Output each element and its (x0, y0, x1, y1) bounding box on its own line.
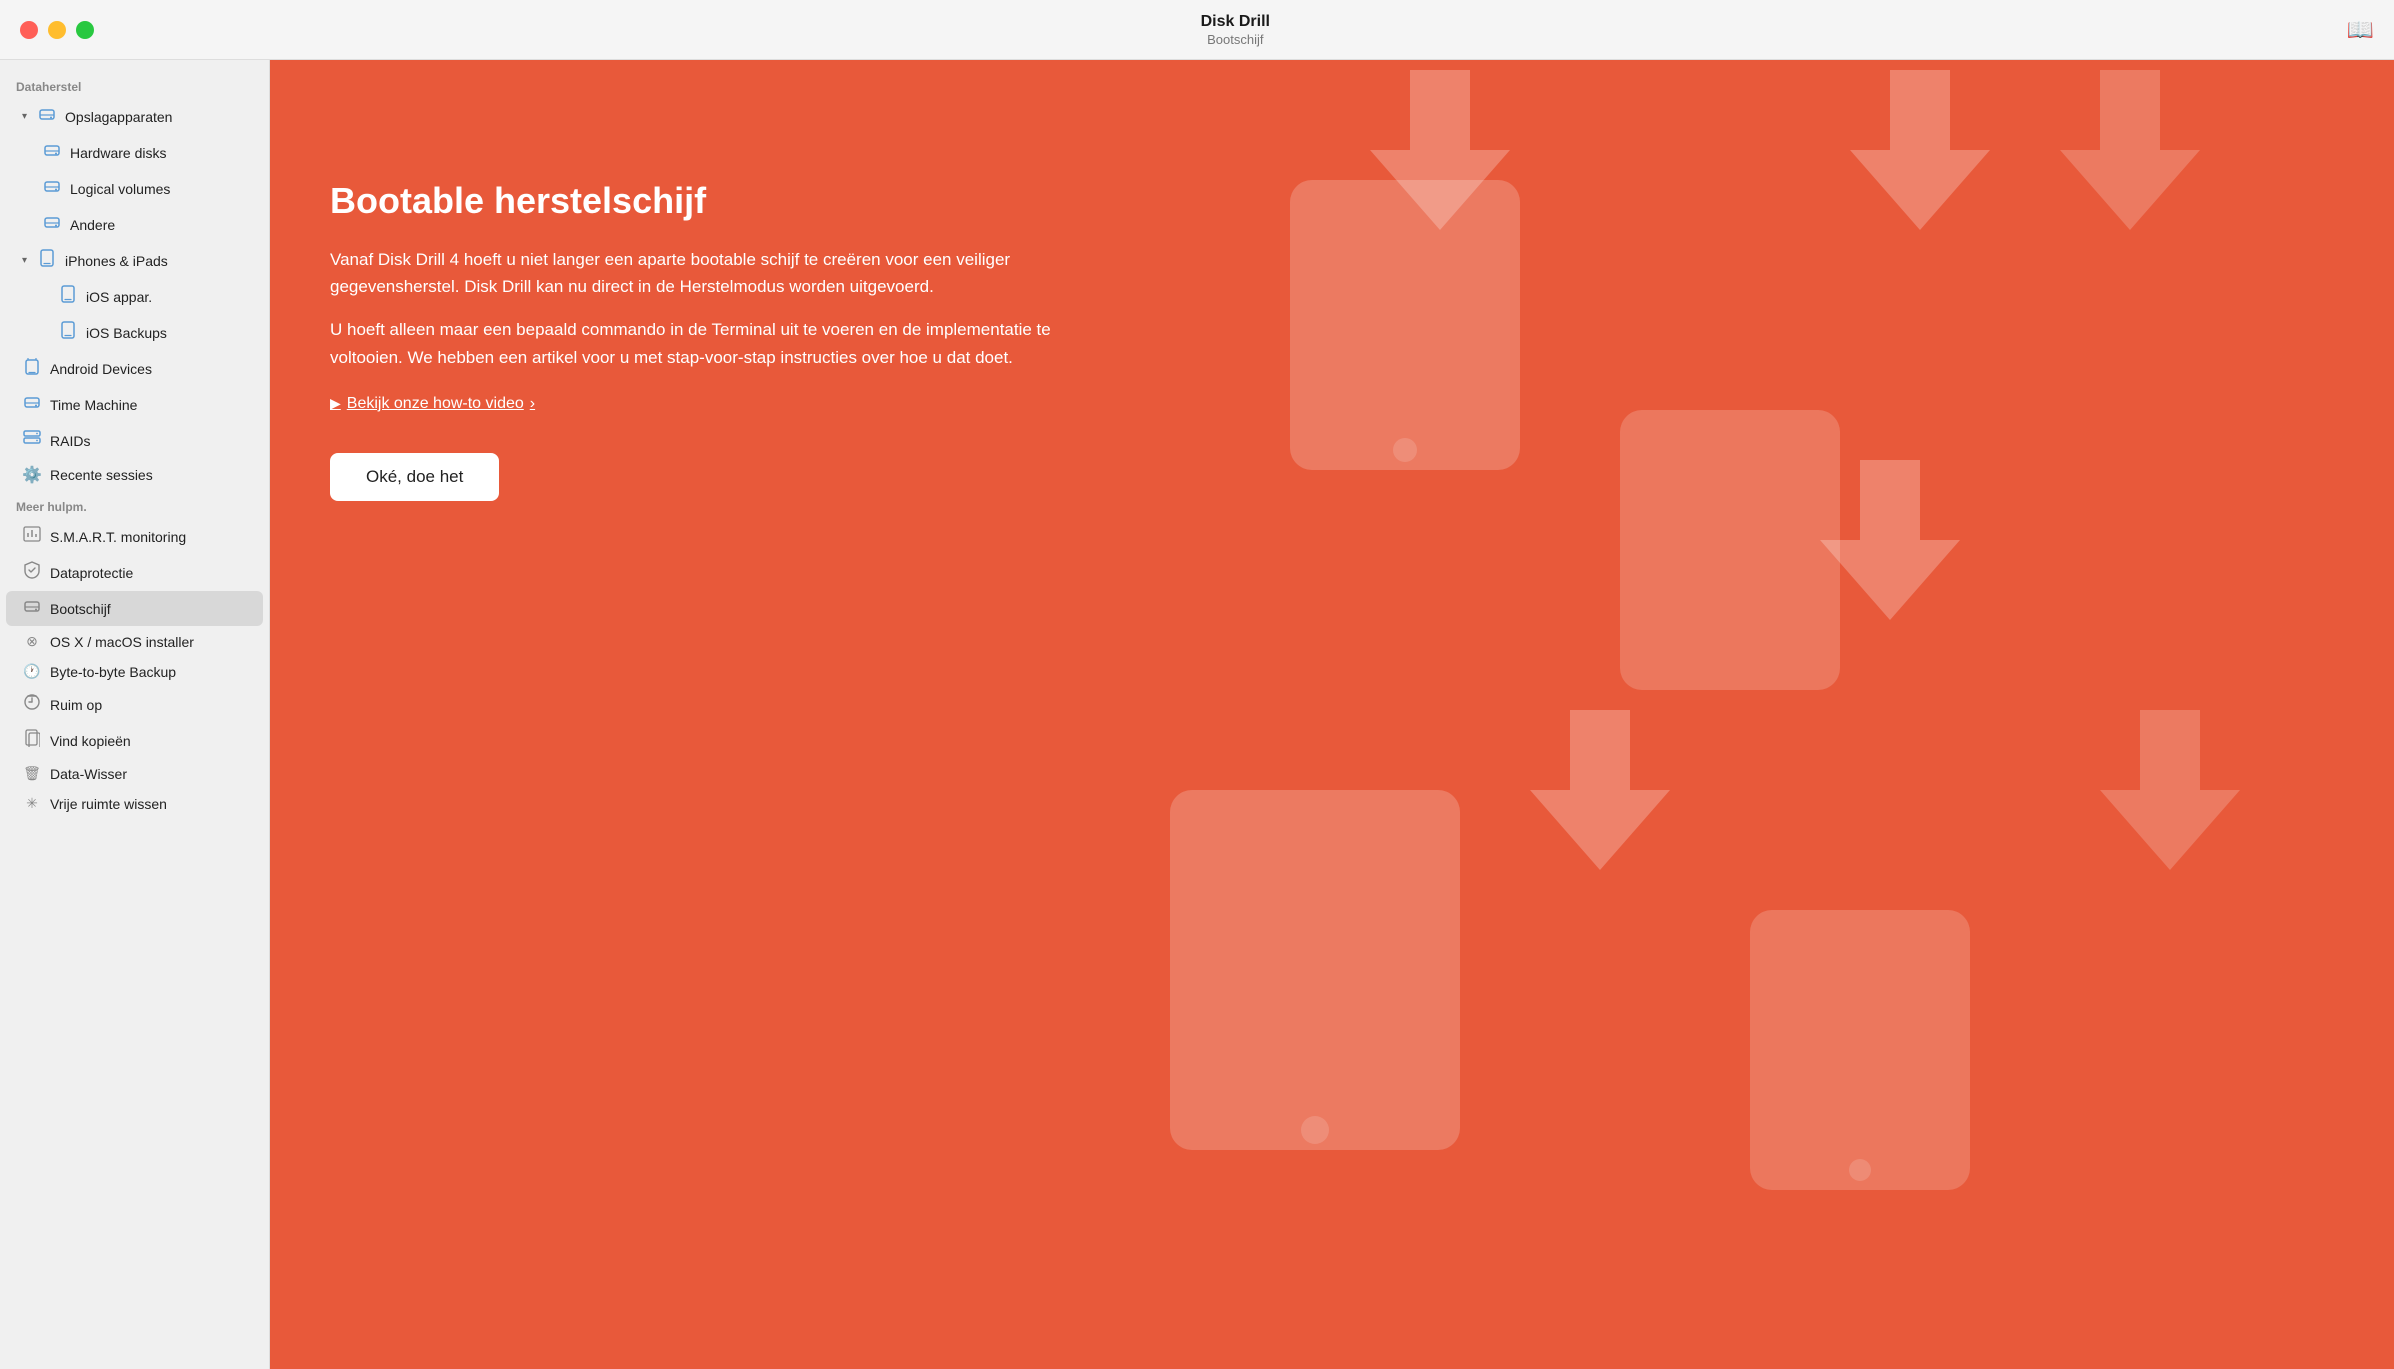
sidebar-item-label: Vrije ruimte wissen (50, 796, 167, 812)
cta-button[interactable]: Oké, doe het (330, 453, 499, 501)
content-area: Bootable herstelschijf Vanaf Disk Drill … (270, 60, 2394, 1369)
sidebar-item-vrije-ruimte[interactable]: ✳ Vrije ruimte wissen (6, 789, 263, 818)
cleanup-icon (22, 693, 42, 716)
sidebar-item-smart[interactable]: S.M.A.R.T. monitoring (6, 519, 263, 554)
trash-icon: 🗑 (22, 765, 42, 782)
sidebar-item-recente-sessies[interactable]: ⚙️ Recente sessies (6, 459, 263, 491)
sidebar-item-ruim-op[interactable]: Ruim op (6, 687, 263, 722)
sidebar-item-raids[interactable]: RAIDs (6, 423, 263, 458)
app-title: Disk Drill (124, 12, 2347, 31)
time-machine-icon (22, 393, 42, 416)
sidebar-item-label: iOS appar. (86, 289, 152, 305)
sidebar-item-label: Time Machine (50, 397, 137, 413)
clock-icon: 🕐 (22, 663, 42, 680)
chevron-icon: ▾ (22, 255, 27, 266)
sidebar-item-opslagapparaten[interactable]: ▾ Opslagapparaten (6, 99, 263, 134)
sidebar-item-android-devices[interactable]: Android Devices (6, 351, 263, 386)
osx-icon: ⊗ (22, 633, 42, 650)
app-subtitle: Bootschijf (124, 32, 2347, 47)
book-icon[interactable]: 📖 (2347, 17, 2374, 43)
chart-icon (22, 525, 42, 548)
app-body: Dataherstel ▾ Opslagapparaten (0, 60, 2394, 1369)
sidebar-item-ios-backups[interactable]: iOS Backups (6, 315, 263, 350)
sidebar-item-dataprotectie[interactable]: Dataprotectie (6, 555, 263, 590)
video-icon: ▶ (330, 395, 341, 412)
link-arrow: › (530, 395, 535, 413)
maximize-button[interactable] (76, 21, 94, 39)
sidebar-item-label: Opslagapparaten (65, 109, 172, 125)
sidebar-item-label: Vind kopieën (50, 733, 131, 749)
sidebar-item-label: iOS Backups (86, 325, 167, 341)
drive-icon (42, 141, 62, 164)
sidebar-item-label: Android Devices (50, 361, 152, 377)
sidebar-item-osx-installer[interactable]: ⊗ OS X / macOS installer (6, 627, 263, 656)
iphone-icon (37, 249, 57, 272)
sidebar-item-byte-backup[interactable]: 🕐 Byte-to-byte Backup (6, 657, 263, 686)
titlebar: Disk Drill Bootschijf 📖 (0, 0, 2394, 60)
page-title: Bootable herstelschijf (330, 180, 1070, 222)
minimize-button[interactable] (48, 21, 66, 39)
android-icon (22, 357, 42, 380)
iphone-icon (58, 321, 78, 344)
sidebar-item-bootschijf[interactable]: Bootschijf (6, 591, 263, 626)
sidebar-item-vind-kopieeen[interactable]: Vind kopieën (6, 723, 263, 758)
sidebar-item-hardware-disks[interactable]: Hardware disks (6, 135, 263, 170)
traffic-lights (20, 21, 94, 39)
sidebar-item-label: Dataprotectie (50, 565, 133, 581)
sidebar-item-andere[interactable]: Andere (6, 207, 263, 242)
drive-icon (42, 213, 62, 236)
close-button[interactable] (20, 21, 38, 39)
sidebar-item-data-wisser[interactable]: 🗑 Data-Wisser (6, 759, 263, 788)
sidebar-item-ios-appar[interactable]: iOS appar. (6, 279, 263, 314)
settings-icon: ⚙️ (22, 465, 42, 485)
sidebar-item-label: Bootschijf (50, 601, 111, 617)
sidebar-item-logical-volumes[interactable]: Logical volumes (6, 171, 263, 206)
sidebar-item-label: Data-Wisser (50, 766, 127, 782)
sidebar-item-label: OS X / macOS installer (50, 634, 194, 650)
sidebar-item-time-machine[interactable]: Time Machine (6, 387, 263, 422)
dataherstel-label: Dataherstel (0, 72, 269, 98)
sidebar-item-iphones-ipads[interactable]: ▾ iPhones & iPads (6, 243, 263, 278)
iphone-icon (58, 285, 78, 308)
main-panel: Bootable herstelschijf Vanaf Disk Drill … (270, 60, 1130, 561)
description-2: U hoeft alleen maar een bepaald commando… (330, 316, 1070, 370)
shield-icon (22, 561, 42, 584)
raids-icon (22, 429, 42, 452)
sidebar: Dataherstel ▾ Opslagapparaten (0, 60, 270, 1369)
drive-icon (37, 105, 57, 128)
sidebar-item-label: iPhones & iPads (65, 253, 168, 269)
description-1: Vanaf Disk Drill 4 hoeft u niet langer e… (330, 246, 1070, 300)
sidebar-item-label: Ruim op (50, 697, 102, 713)
sidebar-item-label: Byte-to-byte Backup (50, 664, 176, 680)
drive-icon (42, 177, 62, 200)
free-space-icon: ✳ (22, 795, 42, 812)
chevron-icon: ▾ (22, 111, 27, 122)
meer-hulpm-label: Meer hulpm. (0, 492, 269, 518)
link-label: Bekijk onze how-to video (347, 395, 524, 413)
titlebar-text: Disk Drill Bootschijf (124, 12, 2347, 46)
sidebar-item-label: Andere (70, 217, 115, 233)
how-to-video-link[interactable]: ▶ Bekijk onze how-to video › (330, 395, 1070, 413)
drive-icon (22, 597, 42, 620)
sidebar-item-label: S.M.A.R.T. monitoring (50, 529, 186, 545)
sidebar-item-label: RAIDs (50, 433, 90, 449)
sidebar-item-label: Logical volumes (70, 181, 170, 197)
sidebar-item-label: Hardware disks (70, 145, 166, 161)
file-icon (22, 729, 42, 752)
sidebar-item-label: Recente sessies (50, 467, 153, 483)
